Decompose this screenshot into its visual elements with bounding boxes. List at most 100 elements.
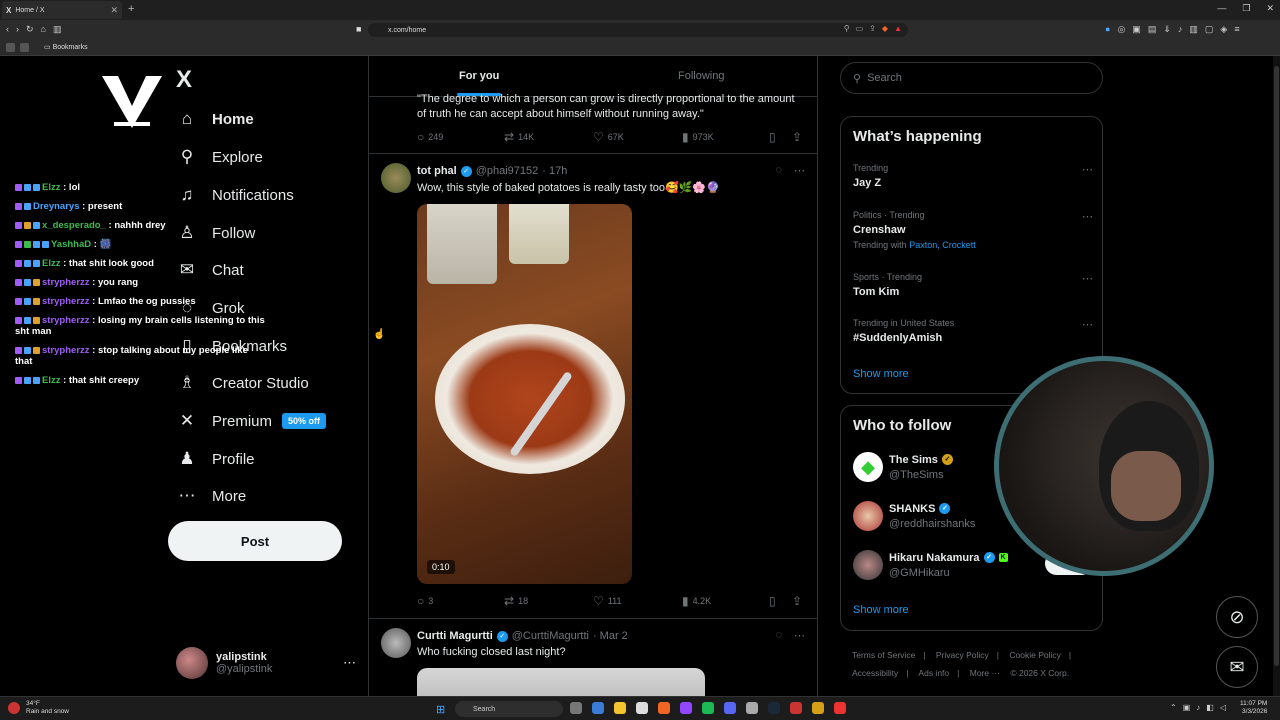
reload-icon[interactable]: ↻: [26, 24, 34, 35]
bookmarks-folder[interactable]: ▭ Bookmarks: [44, 43, 88, 51]
footer-link[interactable]: Terms of Service: [852, 650, 915, 660]
volume-icon[interactable]: ◁: [1220, 703, 1226, 712]
close-tab-icon[interactable]: ✕: [110, 5, 118, 16]
bookmark-page-icon[interactable]: ■: [356, 24, 361, 34]
sidebar-icon[interactable]: ▥: [1189, 24, 1198, 35]
zoom-icon[interactable]: ⚲: [844, 24, 850, 33]
show-more-trends-link[interactable]: Show more: [853, 368, 909, 380]
forward-icon[interactable]: ›: [16, 24, 19, 35]
views-button[interactable]: ▮ 4.2K: [682, 594, 711, 608]
repost-button[interactable]: ⇄ 14K: [504, 130, 534, 144]
discord-icon[interactable]: [724, 702, 736, 714]
trend-menu-icon[interactable]: ⋯: [1082, 318, 1093, 331]
footer-link[interactable]: More ···: [970, 668, 1000, 678]
app-icon[interactable]: [702, 702, 714, 714]
like-button[interactable]: ♡ 67K: [593, 130, 624, 144]
extension-icon[interactable]: ●: [1105, 24, 1110, 35]
app-icon[interactable]: [790, 702, 802, 714]
page-scrollbar[interactable]: [1273, 56, 1280, 696]
settings-app-icon[interactable]: [570, 702, 582, 714]
trend-item[interactable]: Trending in United States #SuddenlyAmish…: [853, 318, 1093, 344]
search-bar[interactable]: ⚲: [840, 62, 1103, 94]
trend-related-links[interactable]: Paxton, Crockett: [909, 240, 976, 250]
app-icon[interactable]: [834, 702, 846, 714]
bookmark-button[interactable]: ▯: [769, 594, 780, 608]
tweet-menu-icon[interactable]: ⋯: [794, 164, 805, 177]
browser-tab[interactable]: X Home / X ✕: [2, 1, 122, 19]
network-icon[interactable]: ◧: [1206, 703, 1214, 712]
tweet-author-handle[interactable]: @CurttiMagurtti: [512, 630, 589, 642]
download-icon[interactable]: ⇓: [1163, 24, 1171, 35]
tray-app-icon[interactable]: ▣: [1183, 703, 1191, 712]
tab-following[interactable]: Following: [678, 70, 724, 82]
trend-menu-icon[interactable]: ⋯: [1082, 210, 1093, 223]
bookmark-button[interactable]: ▯: [769, 130, 780, 144]
weather-widget[interactable]: 34°F Rain and snow: [26, 700, 69, 716]
restore-icon[interactable]: ❐: [1242, 3, 1250, 14]
show-more-follows-link[interactable]: Show more: [853, 604, 909, 616]
tweet-menu-icon[interactable]: ⋯: [794, 629, 805, 642]
avatar[interactable]: [381, 163, 411, 193]
footer-link[interactable]: Accessibility: [852, 668, 898, 678]
app-icon[interactable]: [812, 702, 824, 714]
back-icon[interactable]: ‹: [6, 24, 9, 35]
grok-explain-icon[interactable]: ◌: [775, 164, 782, 177]
cast-icon[interactable]: ▭: [856, 24, 864, 33]
trend-item[interactable]: Sports · Trending Tom Kim ⋯: [853, 272, 1093, 298]
vpn-icon[interactable]: ◈: [1220, 24, 1227, 35]
nav-more[interactable]: ⋯ More: [176, 486, 247, 506]
nav-premium[interactable]: ✕ Premium 50% off: [176, 411, 327, 431]
account-menu-icon[interactable]: ⋯: [343, 655, 356, 671]
tweet-time[interactable]: · Mar 2: [593, 630, 628, 642]
share-button[interactable]: ⇪: [792, 130, 806, 144]
extension-icon[interactable]: ▤: [1148, 24, 1157, 35]
trend-menu-icon[interactable]: ⋯: [1082, 163, 1093, 176]
file-explorer-icon[interactable]: [614, 702, 626, 714]
reply-button[interactable]: ○ 3: [417, 594, 433, 608]
weather-icon[interactable]: [8, 702, 20, 714]
sidebar-toggle-icon[interactable]: ▥: [53, 24, 62, 35]
footer-link[interactable]: Cookie Policy: [1009, 650, 1061, 660]
tweet-author-name[interactable]: tot phal: [417, 165, 457, 177]
grok-explain-icon[interactable]: ◌: [775, 629, 782, 642]
close-window-icon[interactable]: ✕: [1266, 3, 1274, 14]
home-browser-icon[interactable]: ⌂: [41, 24, 46, 35]
tab-for-you[interactable]: For you: [459, 70, 499, 82]
footer-link[interactable]: Ads info: [918, 668, 949, 678]
tray-chevron-icon[interactable]: ⌃: [1170, 703, 1177, 712]
post-button[interactable]: Post: [168, 521, 342, 561]
repost-button[interactable]: ⇄ 18: [504, 594, 528, 608]
brave-browser-icon[interactable]: [658, 702, 670, 714]
trend-item[interactable]: Politics · Trending Crenshaw Trending wi…: [853, 210, 1093, 250]
trend-menu-icon[interactable]: ⋯: [1082, 272, 1093, 285]
messages-fab-icon[interactable]: ✉: [1216, 646, 1258, 688]
address-bar[interactable]: ■ x.com/home ⚲ ▭ ⇪ ◆ ▲: [356, 23, 908, 37]
nav-explore[interactable]: ⚲ Explore: [176, 147, 263, 167]
extension-icon[interactable]: ▣: [1132, 24, 1141, 35]
minimize-icon[interactable]: —: [1217, 3, 1226, 14]
nav-profile[interactable]: ♟ Profile: [176, 449, 254, 469]
new-tab-icon[interactable]: +: [128, 3, 134, 15]
apps-icon[interactable]: [6, 43, 15, 52]
tweet-author-handle[interactable]: @phai97152: [476, 165, 539, 177]
x-home-logo-icon[interactable]: X: [176, 66, 192, 94]
windows-start-icon[interactable]: ⊞: [436, 703, 445, 716]
twitch-icon[interactable]: [680, 702, 692, 714]
share-icon[interactable]: ⇪: [869, 24, 876, 33]
views-button[interactable]: ▮ 973K: [682, 130, 714, 144]
chrome-icon[interactable]: [746, 702, 758, 714]
taskbar-search[interactable]: Search: [455, 701, 563, 717]
reply-button[interactable]: ○ 249: [417, 130, 443, 144]
wallet-icon[interactable]: ▢: [1205, 24, 1214, 35]
brave-shield-icon[interactable]: ◆: [882, 24, 888, 33]
scrollbar-thumb[interactable]: [1274, 66, 1279, 666]
footer-link[interactable]: Privacy Policy: [936, 650, 989, 660]
like-button[interactable]: ♡ 111: [593, 594, 621, 608]
nav-home[interactable]: ⌂ Home: [176, 109, 254, 129]
app-icon[interactable]: [636, 702, 648, 714]
taskbar-clock[interactable]: 11:07 PM 3/3/2026: [1240, 700, 1267, 716]
app-icon[interactable]: [592, 702, 604, 714]
tweet-time[interactable]: · 17h: [542, 165, 567, 177]
tweet-video[interactable]: 0:10: [417, 204, 632, 584]
avatar[interactable]: [381, 628, 411, 658]
